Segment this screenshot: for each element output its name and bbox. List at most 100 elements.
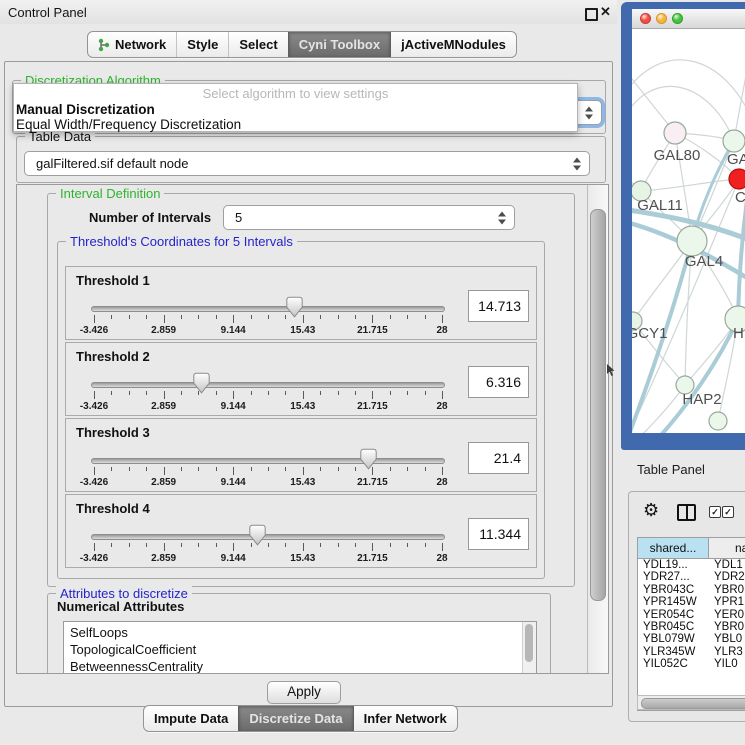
tick-mark (198, 543, 199, 547)
minimize-traffic-light-icon[interactable] (656, 13, 667, 24)
zoom-traffic-light-icon[interactable] (672, 13, 683, 24)
attribute-item-selfloops[interactable]: SelfLoops (64, 624, 536, 641)
tick-mark (181, 543, 182, 547)
tick-mark (233, 467, 234, 475)
combo-stepper-icon (585, 106, 593, 119)
cell-shared-name: YIL052C (638, 658, 709, 669)
node-attribute-table: shared...na YDL19...YDL1YDR27...YDR2YBR0… (637, 537, 745, 711)
table-row[interactable]: YIL052CYIL0 (638, 658, 745, 669)
split-columns-icon[interactable] (677, 504, 696, 521)
tick-mark (233, 391, 234, 399)
table-hscrollbar-thumb[interactable] (641, 698, 745, 709)
table-data-combobox[interactable]: galFiltered.sif default node (24, 151, 590, 176)
tick-mark (94, 391, 95, 399)
tick-mark (355, 467, 356, 471)
number-of-intervals-combobox[interactable]: 5 (223, 205, 515, 230)
attribute-item-betweennesscentrality[interactable]: BetweennessCentrality (64, 658, 536, 674)
tab-label: jActiveMNodules (401, 32, 506, 57)
algorithm-option-manual-discretization[interactable]: Manual Discretization (14, 102, 577, 117)
cell-name: YER0 (709, 609, 745, 621)
slider-thumb[interactable] (286, 296, 303, 323)
bottom-tab-bar: Impute DataDiscretize DataInfer Network (143, 705, 458, 732)
slider-track[interactable] (91, 534, 445, 540)
close-icon[interactable]: ✕ (600, 4, 611, 20)
gear-icon[interactable]: ⚙ (643, 500, 659, 520)
tick-mark (181, 467, 182, 471)
tab-impute-data[interactable]: Impute Data (144, 706, 238, 731)
threshold-1-value-field[interactable]: 14.713 (468, 290, 529, 322)
checkbox-icon[interactable]: ✓ (709, 506, 721, 518)
checkbox-icon[interactable]: ✓ (722, 506, 734, 518)
numerical-attributes-list: SelfLoopsTopologicalCoefficientBetweenne… (63, 621, 537, 674)
table-row[interactable]: YBR045CYBR0 (638, 621, 745, 633)
tick-mark (390, 467, 391, 471)
slider-thumb[interactable] (249, 524, 266, 551)
tab-infer-network[interactable]: Infer Network (353, 706, 457, 731)
tick-mark (338, 543, 339, 547)
network-window-titlebar[interactable] (632, 9, 745, 29)
interval-definition-title: Interval Definition (56, 186, 164, 201)
tick-label: 9.144 (221, 401, 246, 412)
table-row[interactable]: YDR27...YDR2 (638, 571, 745, 583)
attribute-item-topologicalcoefficient[interactable]: TopologicalCoefficient (64, 641, 536, 658)
algorithm-option-equal-width-frequency-discretization[interactable]: Equal Width/Frequency Discretization (14, 117, 577, 132)
slider-track[interactable] (91, 382, 445, 388)
network-edge[interactable] (641, 179, 739, 191)
float-window-icon[interactable] (585, 8, 598, 21)
tick-label: 15.43 (290, 401, 315, 412)
tab-network[interactable]: Network (88, 32, 176, 57)
tick-mark (355, 315, 356, 319)
settings-scrollbar-thumb[interactable] (590, 209, 606, 601)
slider-track[interactable] (91, 306, 445, 312)
tick-mark (285, 391, 286, 395)
tick-mark (425, 467, 426, 471)
network-node[interactable] (709, 412, 727, 430)
cell-shared-name: YDR27... (638, 571, 709, 583)
threshold-4-value-field[interactable]: 11.344 (468, 518, 529, 550)
tick-mark (216, 391, 217, 395)
list-scrollbar-thumb[interactable] (525, 624, 533, 662)
threshold-2-slider: -3.4262.8599.14415.4321.71528 (91, 371, 445, 415)
cell-name: YLR3 (709, 646, 745, 658)
thresholds-group-title: Threshold's Coordinates for 5 Intervals (66, 234, 297, 249)
slider-track[interactable] (91, 458, 445, 464)
tab-discretize-data[interactable]: Discretize Data (238, 706, 352, 731)
tab-select[interactable]: Select (228, 32, 287, 57)
threshold-3-value-field[interactable]: 21.4 (468, 442, 529, 474)
tick-mark (146, 315, 147, 319)
apply-button[interactable]: Apply (267, 681, 341, 704)
threshold-2-value-field[interactable]: 6.316 (468, 366, 529, 398)
tab-cyni-toolbox[interactable]: Cyni Toolbox (288, 32, 390, 57)
network-node[interactable] (677, 226, 707, 256)
table-row[interactable]: YBL079WYBL0 (638, 633, 745, 645)
network-node[interactable] (664, 122, 686, 144)
tick-mark (216, 543, 217, 547)
tab-label: Style (187, 32, 218, 57)
tick-mark (251, 315, 252, 319)
tick-mark (181, 315, 182, 319)
slider-thumb[interactable] (193, 372, 210, 399)
tick-mark (285, 467, 286, 471)
table-row[interactable]: YLR345WYLR3 (638, 646, 745, 658)
table-row[interactable]: YBR043CYBR0 (638, 584, 745, 596)
table-row[interactable]: YER054CYER0 (638, 609, 745, 621)
table-row[interactable]: YPR145WYPR1 (638, 596, 745, 608)
close-traffic-light-icon[interactable] (640, 13, 651, 24)
tick-mark (407, 391, 408, 395)
tick-mark (111, 543, 112, 547)
tick-label: 2.859 (151, 477, 176, 488)
table-row[interactable]: YDL19...YDL1 (638, 559, 745, 571)
network-canvas[interactable]: GAL80GACGAL11GAL4GCY1HHAP2 (632, 29, 745, 433)
tick-mark (94, 315, 95, 323)
application-window: Control Panel ✕ NetworkStyleSelectCyni T… (0, 0, 745, 745)
tab-jactivemnodules[interactable]: jActiveMNodules (390, 32, 516, 57)
column-header-na[interactable]: na (709, 538, 745, 559)
column-header-shared-[interactable]: shared... (638, 538, 709, 559)
slider-thumb[interactable] (360, 448, 377, 475)
algorithm-dropdown-popup: Select algorithm to view settings Manual… (13, 83, 578, 132)
tab-style[interactable]: Style (176, 32, 228, 57)
network-node[interactable] (729, 169, 745, 189)
threshold-label: Threshold 4 (76, 501, 150, 516)
tick-mark (442, 391, 443, 399)
network-node[interactable] (723, 130, 745, 152)
